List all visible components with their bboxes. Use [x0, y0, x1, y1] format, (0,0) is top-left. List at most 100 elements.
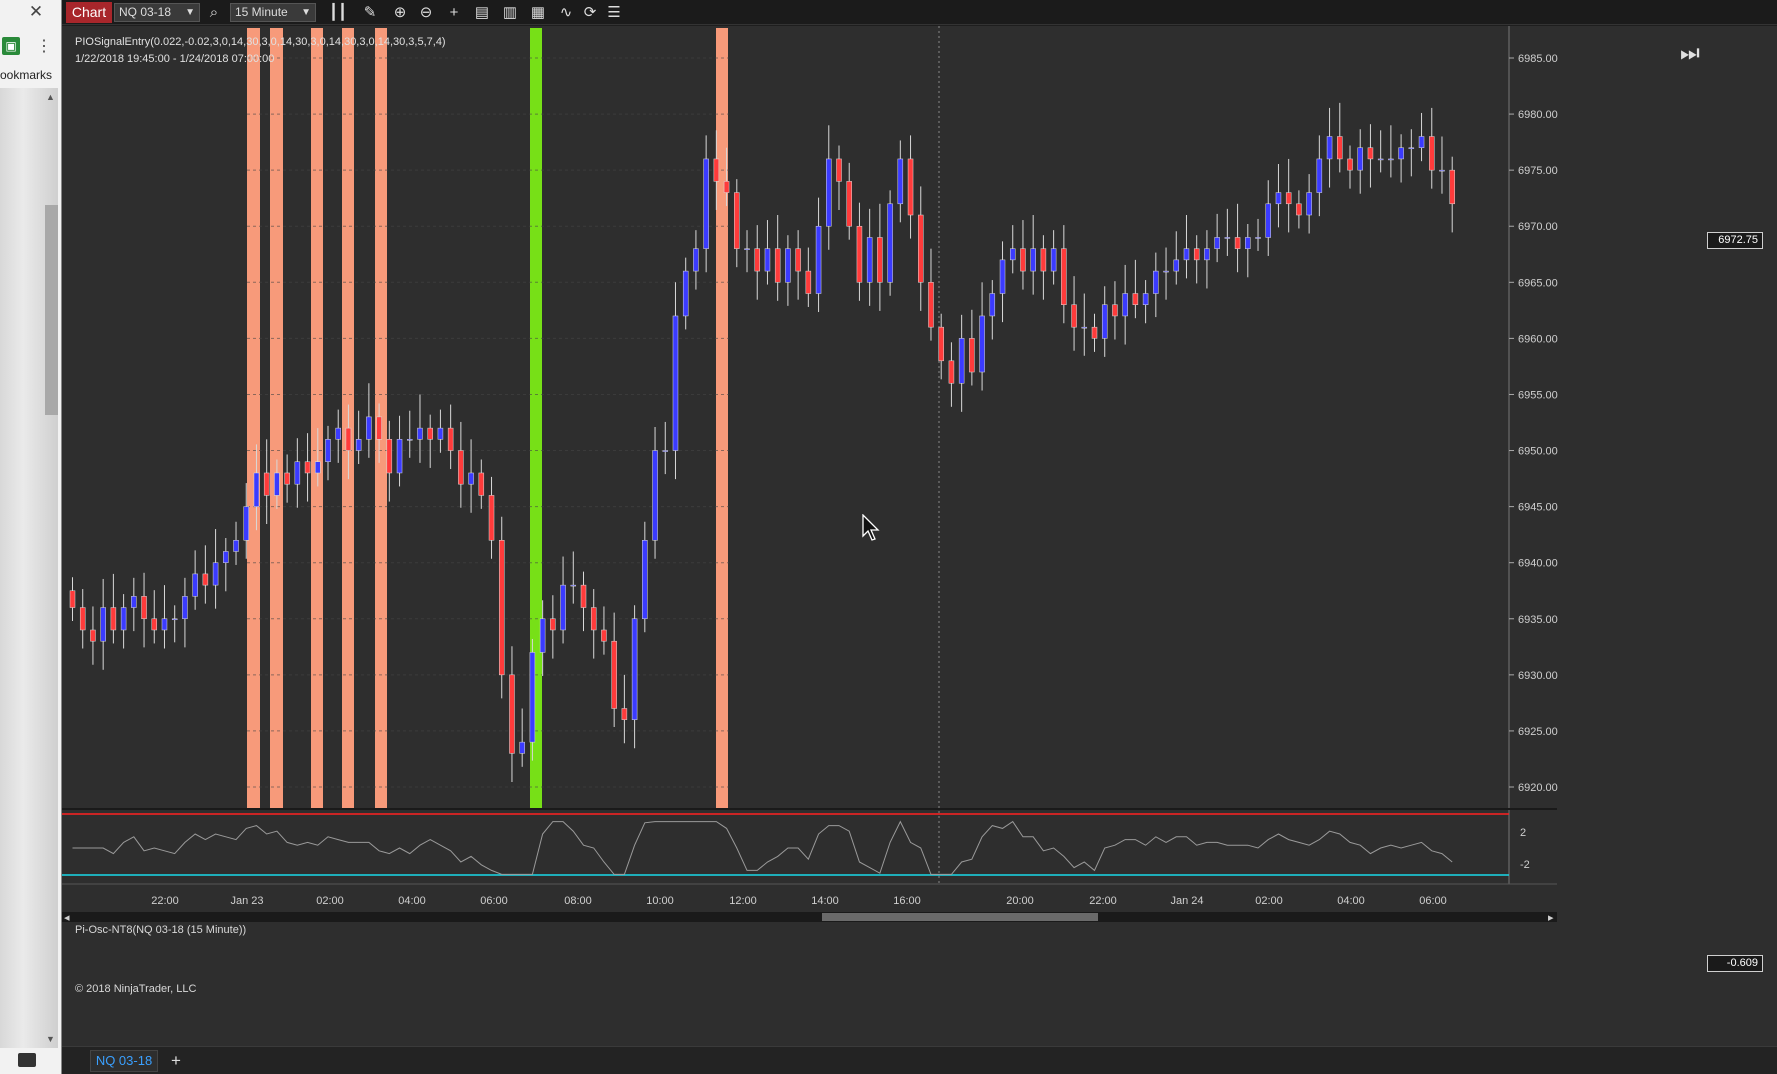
candle-body[interactable] [1296, 203, 1302, 216]
candle-body[interactable] [1153, 270, 1159, 294]
candle-body[interactable] [1285, 192, 1292, 205]
candle-body[interactable] [223, 551, 229, 563]
candle-body[interactable] [877, 237, 883, 283]
candle-body[interactable] [999, 259, 1006, 294]
candle-body[interactable] [652, 450, 658, 541]
candle-body[interactable] [866, 237, 873, 283]
candle-body[interactable] [1265, 203, 1271, 238]
candle-body[interactable] [315, 461, 321, 474]
candle-body[interactable] [182, 596, 188, 620]
price-chart[interactable]: 6985.00 6980.00 6975.00 6970.00 6965.00 6960.… [62, 26, 1777, 1046]
candle-body[interactable] [887, 203, 893, 283]
candle-body[interactable] [1081, 326, 1088, 329]
candle-body[interactable] [498, 540, 505, 676]
candle-body[interactable] [744, 248, 750, 250]
chart-trader-icon[interactable]: ▦ [528, 3, 548, 22]
candle-body[interactable] [601, 629, 607, 642]
candle-body[interactable] [253, 472, 260, 507]
candle-body[interactable] [795, 248, 801, 272]
candle-body[interactable] [1245, 237, 1251, 249]
candle-body[interactable] [1009, 248, 1016, 261]
scrollbar-thumb[interactable] [45, 205, 58, 415]
candle-body[interactable] [1071, 304, 1077, 328]
horizontal-scrollbar-thumb[interactable] [822, 913, 1098, 921]
zoom-out-icon[interactable]: ⊖ [416, 3, 436, 22]
candle-body[interactable] [325, 439, 331, 463]
candle-body[interactable] [509, 674, 515, 754]
candle-body[interactable] [590, 607, 597, 631]
candle-body[interactable] [1388, 158, 1394, 161]
candle-body[interactable] [274, 472, 280, 496]
scroll-left-icon[interactable]: ◂ [64, 912, 70, 924]
candle-body[interactable] [1224, 237, 1231, 239]
candle-body[interactable] [1040, 248, 1047, 272]
extension-icon[interactable]: ▣ [2, 37, 20, 55]
candle-body[interactable] [79, 607, 86, 631]
candle-body[interactable] [233, 540, 239, 552]
candle-body[interactable] [120, 607, 127, 631]
more-menu-icon[interactable]: ⋮ [36, 36, 52, 56]
chart-panel[interactable]: 6985.00 6980.00 6975.00 6970.00 6965.00 6960.… [62, 26, 1777, 1046]
candle-body[interactable] [856, 225, 863, 283]
candle-body[interactable] [1326, 136, 1333, 160]
candle-body[interactable] [754, 248, 760, 272]
scroll-down-icon[interactable]: ▼ [46, 1034, 55, 1044]
candle-body[interactable] [427, 427, 433, 440]
candle-body[interactable] [243, 506, 249, 541]
candle-body[interactable] [263, 472, 270, 496]
candle-body[interactable] [1275, 192, 1282, 205]
candle-body[interactable] [468, 472, 474, 485]
crosshair-icon[interactable]: + [444, 3, 464, 22]
candle-body[interactable] [417, 427, 423, 440]
candle-body[interactable] [918, 214, 924, 283]
candle-body[interactable] [1204, 248, 1210, 261]
candle-body[interactable] [836, 158, 842, 182]
candle-body[interactable] [1398, 147, 1404, 160]
add-tab-button[interactable]: + [166, 1050, 186, 1072]
candle-body[interactable] [519, 741, 525, 754]
candle-body[interactable] [1408, 147, 1415, 149]
strategy-icon[interactable]: ▥ [500, 3, 520, 22]
reload-icon[interactable]: ⟳ [580, 3, 600, 22]
candle-body[interactable] [437, 427, 444, 440]
candle-body[interactable] [539, 618, 546, 653]
candle-body[interactable] [335, 427, 341, 440]
candle-body[interactable] [979, 315, 985, 373]
candle-body[interactable] [110, 607, 117, 631]
draw-icon[interactable]: ✎ [360, 3, 380, 22]
candle-body[interactable] [376, 416, 382, 440]
candle-body[interactable] [1357, 147, 1363, 171]
candle-body[interactable] [1193, 248, 1200, 261]
candle-body[interactable] [90, 629, 96, 642]
candle-body[interactable] [560, 584, 566, 631]
candle-body[interactable] [1316, 158, 1323, 193]
candle-body[interactable] [611, 640, 617, 709]
candle-body[interactable] [785, 248, 791, 283]
candle-body[interactable] [1020, 248, 1026, 272]
candle-body[interactable] [907, 158, 914, 216]
horizontal-scrollbar[interactable] [62, 912, 1557, 922]
candle-body[interactable] [447, 427, 454, 451]
candle-body[interactable] [1050, 248, 1057, 272]
candle-body[interactable] [682, 270, 689, 317]
candle-body[interactable] [69, 590, 76, 608]
scroll-up-icon[interactable]: ▲ [46, 92, 55, 102]
candle-body[interactable] [805, 270, 812, 294]
instrument-selector[interactable]: NQ 03-18 ▼ [114, 3, 200, 22]
close-icon[interactable]: ✕ [26, 2, 46, 22]
zoom-in-icon[interactable]: ⊕ [390, 3, 410, 22]
candle-body[interactable] [171, 618, 178, 621]
candle-body[interactable] [897, 158, 904, 205]
candle-body[interactable] [846, 181, 852, 227]
candle-body[interactable] [284, 472, 290, 485]
candle-body[interactable] [131, 596, 137, 608]
candle-body[interactable] [958, 338, 965, 384]
candle-body[interactable] [1112, 304, 1118, 317]
candle-body[interactable] [151, 618, 158, 631]
candle-body[interactable] [723, 181, 730, 193]
candle-body[interactable] [1214, 237, 1220, 249]
candle-body[interactable] [1132, 293, 1139, 305]
candle-body[interactable] [631, 618, 638, 720]
candle-body[interactable] [396, 439, 403, 474]
candle-body[interactable] [672, 315, 679, 451]
